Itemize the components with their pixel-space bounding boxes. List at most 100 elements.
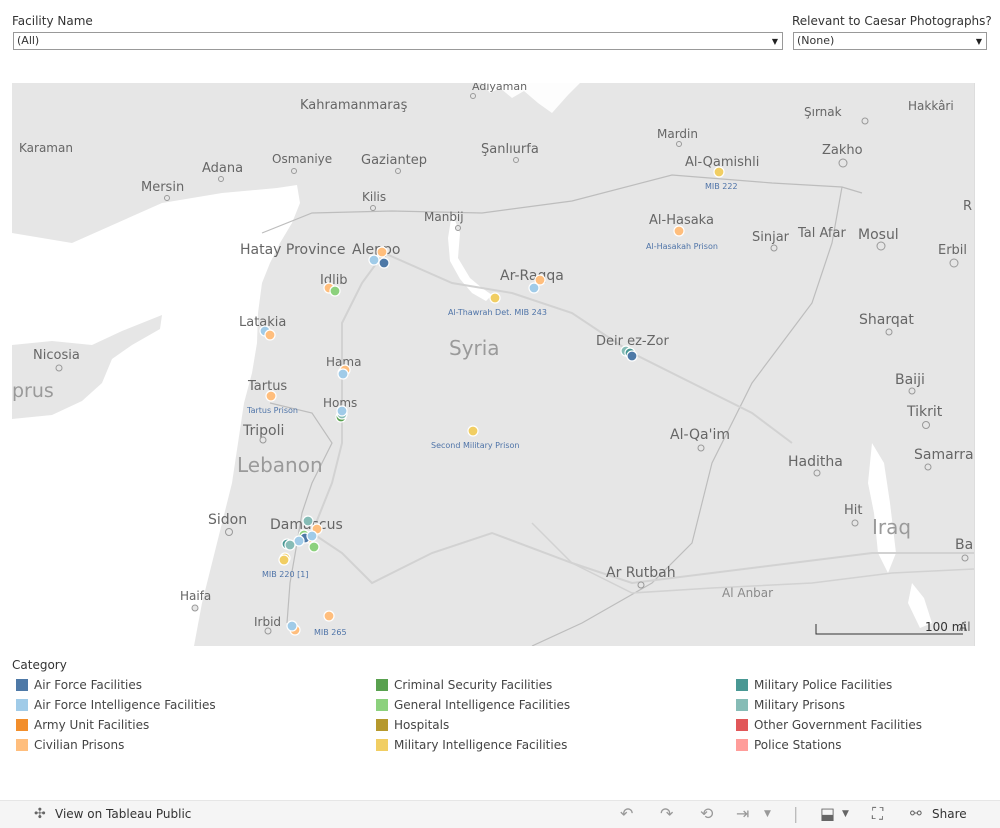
place-label: Kilis	[362, 190, 386, 204]
legend-swatch	[16, 679, 28, 691]
revert-icon[interactable]: ⟲	[700, 804, 713, 823]
facility-label: Al-Hasakah Prison	[646, 242, 718, 251]
town-marker	[813, 469, 821, 477]
chevron-down-icon[interactable]: ▼	[764, 809, 771, 819]
chevron-down-icon[interactable]: ▼	[842, 809, 849, 819]
place-label: Ar Rutbah	[606, 565, 676, 581]
facility-label: Second Military Prison	[431, 441, 520, 450]
legend-swatch	[16, 739, 28, 751]
facility-marker[interactable]	[376, 246, 388, 258]
caesar-dropdown[interactable]: (None) ▼	[793, 32, 987, 50]
facility-marker[interactable]	[264, 329, 276, 341]
divider: |	[793, 804, 799, 823]
facility-label: Al-Thawrah Det. MIB 243	[448, 308, 547, 317]
place-label: Irbid	[254, 615, 281, 629]
facility-marker[interactable]	[368, 254, 380, 266]
town-marker	[455, 225, 461, 231]
tableau-footer: ✣ View on Tableau Public ↶ ↷ ⟲ ⇥ ▼ | ⬓ ▼…	[0, 800, 1000, 828]
undo-icon[interactable]: ↶	[620, 804, 633, 823]
refresh-icon[interactable]: ⇥	[736, 804, 749, 823]
town-marker	[949, 258, 959, 268]
facility-marker[interactable]	[626, 350, 638, 362]
facility-marker[interactable]	[302, 515, 314, 527]
facility-label: MIB 220 [1]	[262, 570, 308, 579]
share-icon[interactable]: ⚯	[910, 806, 922, 822]
town-marker	[770, 244, 778, 252]
facility-marker[interactable]	[278, 554, 290, 566]
legend-label: Police Stations	[754, 738, 842, 752]
town-marker	[259, 436, 267, 444]
scale-label: 100 mi	[925, 620, 967, 634]
town-marker	[922, 421, 930, 429]
facility-marker[interactable]	[489, 292, 501, 304]
town-marker	[55, 364, 63, 372]
place-label: Lebanon	[237, 453, 323, 477]
facility-marker[interactable]	[265, 390, 277, 402]
town-marker	[218, 176, 224, 182]
facility-map[interactable]: Adiyaman Kahramanmaraş Şırnak Hakkâri Ma…	[12, 83, 975, 646]
facility-marker[interactable]	[467, 425, 479, 437]
redo-icon[interactable]: ↷	[660, 804, 673, 823]
fullscreen-icon[interactable]: ⛶	[872, 804, 883, 824]
town-marker	[225, 528, 233, 536]
facility-marker[interactable]	[329, 285, 341, 297]
legend-swatch	[736, 699, 748, 711]
facility-marker[interactable]	[284, 539, 296, 551]
facility-label: MIB 222	[705, 182, 738, 191]
legend-label: Military Prisons	[754, 698, 846, 712]
legend-label: Hospitals	[394, 718, 450, 732]
town-marker	[513, 157, 519, 163]
place-label: Sidon	[208, 512, 247, 528]
place-label: R	[963, 199, 972, 214]
place-label: Ar-Raqqa	[500, 268, 564, 284]
legend-swatch	[376, 679, 388, 691]
legend-swatch	[736, 739, 748, 751]
facility-marker[interactable]	[528, 282, 540, 294]
legend-label: Civilian Prisons	[34, 738, 125, 752]
facility-dropdown-value: (All)	[17, 34, 40, 47]
facility-marker[interactable]	[308, 541, 320, 553]
chevron-down-icon: ▼	[771, 37, 778, 46]
legend-label: Military Police Facilities	[754, 678, 893, 692]
legend-swatch	[16, 719, 28, 731]
place-label: Baiji	[895, 372, 925, 388]
facility-marker[interactable]	[286, 620, 298, 632]
place-label: Kahramanmaraş	[300, 98, 408, 113]
place-label: Sharqat	[859, 312, 914, 328]
download-icon[interactable]: ⬓	[820, 804, 835, 823]
legend-swatch	[376, 739, 388, 751]
town-marker	[838, 158, 848, 168]
place-label: Hatay Province	[240, 242, 345, 258]
facility-marker[interactable]	[713, 166, 725, 178]
place-label: Samarra	[914, 447, 974, 463]
town-marker	[291, 168, 297, 174]
place-label: Syria	[449, 336, 500, 360]
chevron-down-icon: ▼	[975, 37, 982, 46]
place-label: Ba	[955, 537, 973, 553]
facility-label: Tartus Prison	[246, 406, 298, 415]
place-label: Osmaniye	[272, 152, 332, 166]
facility-marker[interactable]	[337, 368, 349, 380]
place-label: Al-Qa'im	[670, 427, 730, 443]
facility-marker[interactable]	[673, 225, 685, 237]
tableau-logo-icon: ✣	[34, 806, 46, 822]
facility-marker[interactable]	[336, 405, 348, 417]
place-label: Iraq	[872, 515, 911, 539]
town-marker	[264, 627, 272, 635]
place-label: Sinjar	[752, 230, 790, 245]
facility-marker[interactable]	[378, 257, 390, 269]
view-on-tableau-link[interactable]: View on Tableau Public	[55, 807, 191, 821]
town-marker	[395, 168, 401, 174]
town-marker	[676, 141, 682, 147]
facility-dropdown[interactable]: (All) ▼	[13, 32, 783, 50]
place-label: Mersin	[141, 180, 184, 195]
facility-filter-label: Facility Name	[12, 14, 93, 28]
facility-marker[interactable]	[306, 530, 318, 542]
facility-label: MIB 265	[314, 628, 347, 637]
place-label: Mardin	[657, 127, 698, 141]
share-button[interactable]: Share	[932, 807, 967, 821]
road-line	[383, 252, 793, 444]
town-marker	[370, 205, 376, 211]
facility-marker[interactable]	[323, 610, 335, 622]
town-marker	[876, 241, 886, 251]
